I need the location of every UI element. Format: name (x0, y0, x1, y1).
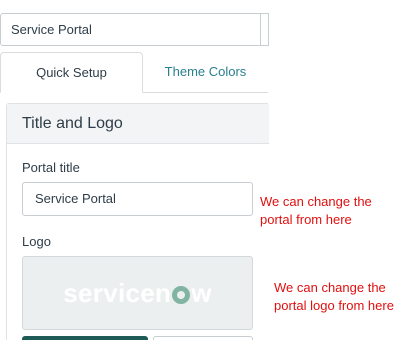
annotation-logo-line2: portal logo from here (274, 298, 394, 313)
logo-o-mark-icon (172, 286, 191, 304)
panel-title: Title and Logo (7, 104, 269, 144)
logo-upload-area[interactable]: servicen w (22, 256, 253, 330)
editor-tabs: Quick Setup Theme Colors (0, 52, 268, 93)
tab-quick-setup[interactable]: Quick Setup (0, 52, 143, 93)
annotation-logo-line1: We can change the (274, 280, 386, 295)
annotation-title-line2: portal from here (260, 212, 352, 227)
annotation-logo-note: We can change the portal logo from here (274, 279, 394, 315)
portal-title-input[interactable]: Service Portal (22, 182, 253, 216)
remove-logo-button[interactable] (153, 336, 253, 340)
portal-title-label: Portal title (22, 160, 80, 175)
portal-select-input[interactable]: Service Portal (0, 13, 268, 46)
servicenow-logo: servicen w (63, 278, 212, 308)
tab-theme-colors[interactable]: Theme Colors (143, 52, 268, 93)
portal-select-addon[interactable] (260, 13, 269, 46)
upload-logo-button[interactable] (22, 336, 148, 340)
annotation-title-note: We can change the portal from here (260, 193, 372, 229)
annotation-title-line1: We can change the (260, 194, 372, 209)
logo-label: Logo (22, 234, 51, 249)
